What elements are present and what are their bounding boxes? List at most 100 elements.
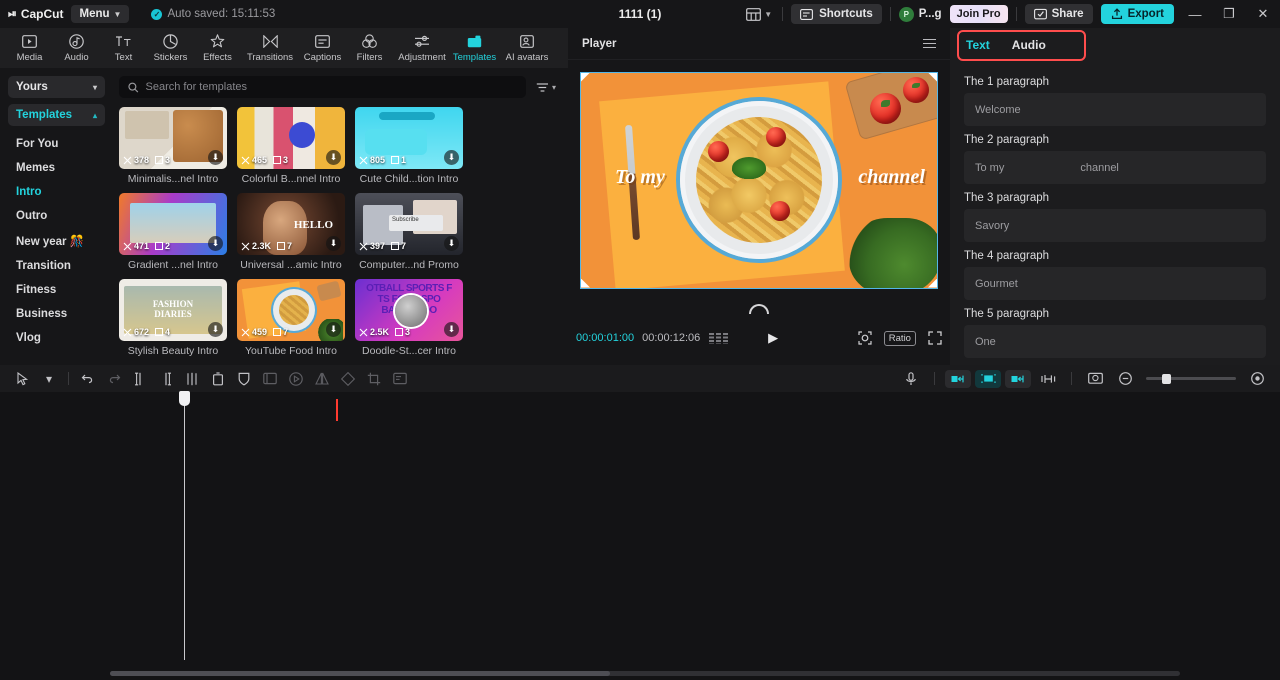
canvas-text-right[interactable]: channel	[858, 166, 925, 189]
zoom-slider[interactable]	[1146, 373, 1236, 384]
adsorption-button[interactable]	[1035, 368, 1061, 390]
category-templates[interactable]: Templates ▴	[8, 104, 105, 126]
download-icon[interactable]: ⬇	[444, 150, 459, 165]
template-card[interactable]: 378 3 ⬇ Minimalis...nel Intro	[119, 107, 227, 185]
nav-tab-text[interactable]: Text	[100, 34, 147, 63]
canvas-handle[interactable]	[581, 278, 590, 288]
main-track-magnet-button[interactable]	[945, 369, 971, 388]
ratio-button[interactable]: Ratio	[883, 330, 916, 346]
template-card[interactable]: HELLO 2.3K 7 ⬇ Universal ...amic Intro	[237, 193, 345, 271]
category-item-fitness[interactable]: Fitness	[8, 278, 105, 302]
download-icon[interactable]: ⬇	[326, 236, 341, 251]
playhead[interactable]	[179, 391, 190, 660]
mirror-tool[interactable]	[257, 368, 283, 390]
download-icon[interactable]: ⬇	[208, 236, 223, 251]
category-item-business[interactable]: Business	[8, 302, 105, 326]
zoom-in-button[interactable]	[1244, 368, 1270, 390]
template-card[interactable]: 459 7 ⬇ YouTube Food Intro	[237, 279, 345, 357]
user-account[interactable]: P P...g	[898, 6, 942, 22]
nav-tab-audio[interactable]: Audio	[53, 34, 100, 63]
tab-text[interactable]: Text	[966, 38, 990, 52]
paragraph-input-3[interactable]: Savory	[964, 209, 1266, 242]
download-icon[interactable]: ⬇	[444, 236, 459, 251]
trim-left-tool[interactable]	[153, 368, 179, 390]
zoom-slider-handle[interactable]	[1162, 373, 1171, 384]
freeze-tool[interactable]	[387, 368, 413, 390]
download-icon[interactable]: ⬇	[208, 322, 223, 337]
play-button[interactable]: ▶	[768, 330, 778, 346]
download-icon[interactable]: ⬇	[208, 150, 223, 165]
undo-tool[interactable]	[75, 368, 101, 390]
template-card[interactable]: 471 2 ⬇ Gradient ...nel Intro	[119, 193, 227, 271]
crop-tool[interactable]	[361, 368, 387, 390]
hamburger-icon[interactable]	[923, 38, 936, 49]
nav-tab-adjustment[interactable]: Adjustment	[393, 34, 451, 63]
join-pro-button[interactable]: Join Pro	[949, 5, 1008, 23]
flip-tool[interactable]	[309, 368, 335, 390]
canvas-text-left[interactable]: To my	[615, 166, 665, 189]
tab-audio[interactable]: Audio	[1012, 38, 1046, 52]
search-input[interactable]	[145, 81, 517, 93]
template-card[interactable]: 805 1 ⬇ Cute Child...tion Intro	[355, 107, 463, 185]
nav-tab-media[interactable]: Media	[6, 34, 53, 63]
nav-tab-ai-avatars[interactable]: AI avatars	[498, 34, 556, 63]
nav-tab-stickers[interactable]: Stickers	[147, 34, 194, 63]
category-item-outro[interactable]: Outro	[8, 204, 105, 228]
preview-button[interactable]	[1082, 368, 1108, 390]
canvas-handle[interactable]	[581, 72, 590, 82]
minimize-button[interactable]: —	[1182, 1, 1208, 27]
nav-tab-effects[interactable]: Effects	[194, 34, 241, 63]
auto-snap-button[interactable]	[975, 369, 1001, 388]
nav-tab-transitions[interactable]: Transitions	[241, 34, 299, 63]
close-button[interactable]: ✕	[1250, 1, 1276, 27]
category-item-vlog[interactable]: Vlog	[8, 326, 105, 350]
category-yours[interactable]: Yours ▾	[8, 76, 105, 98]
zoom-out-button[interactable]	[1112, 368, 1138, 390]
category-item-intro[interactable]: Intro	[8, 180, 105, 204]
playhead-handle[interactable]	[179, 391, 190, 406]
speed-tool[interactable]	[283, 368, 309, 390]
download-icon[interactable]: ⬇	[326, 150, 341, 165]
template-card[interactable]: 465 3 ⬇ Colorful B...nnel Intro	[237, 107, 345, 185]
zoom-fit-icon[interactable]	[858, 331, 872, 345]
category-item-for-you[interactable]: For You	[8, 132, 105, 156]
split-tool[interactable]	[127, 368, 153, 390]
player-canvas[interactable]: To my channel	[580, 71, 938, 289]
nav-tab-templates[interactable]: Templates	[451, 34, 498, 63]
voiceover-button[interactable]	[898, 368, 924, 390]
shortcuts-button[interactable]: Shortcuts	[791, 4, 882, 24]
filter-button[interactable]: ▾	[534, 80, 558, 95]
trim-right-tool[interactable]	[179, 368, 205, 390]
paragraph-input-2[interactable]: To my channel	[964, 151, 1266, 184]
share-button[interactable]: Share	[1024, 4, 1093, 24]
menu-button[interactable]: Menu ▼	[71, 5, 130, 23]
category-item-transition[interactable]: Transition	[8, 254, 105, 278]
category-item-new-year[interactable]: New year 🎊	[8, 228, 105, 254]
paragraph-input-5[interactable]: One	[964, 325, 1266, 358]
tool-dropdown[interactable]: ▾	[36, 368, 62, 390]
mask-tool[interactable]	[231, 368, 257, 390]
timeline-horizontal-scrollbar[interactable]	[110, 671, 1180, 676]
redo-tool[interactable]	[101, 368, 127, 390]
nav-tab-captions[interactable]: Captions	[299, 34, 346, 63]
maximize-button[interactable]: ❐	[1216, 1, 1242, 27]
download-icon[interactable]: ⬇	[444, 322, 459, 337]
category-item-memes[interactable]: Memes	[8, 156, 105, 180]
link-button[interactable]	[1005, 369, 1031, 388]
nav-tab-filters[interactable]: Filters	[346, 34, 393, 63]
export-button[interactable]: Export	[1100, 4, 1174, 24]
template-card[interactable]: OTBALL SPORTS FTS FO AL SPOBALL S FOO 2.…	[355, 279, 463, 357]
scrollbar-thumb[interactable]	[110, 671, 610, 676]
delete-tool[interactable]	[205, 368, 231, 390]
template-card[interactable]: Subscribe 397 7 ⬇ Computer...nd Promo	[355, 193, 463, 271]
fullscreen-icon[interactable]	[928, 331, 942, 345]
rotate-tool[interactable]	[335, 368, 361, 390]
layout-button[interactable]: ▼	[744, 6, 774, 23]
template-card[interactable]: FASHION DIARIES 672 4 ⬇ Stylish Beauty In…	[119, 279, 227, 357]
select-tool[interactable]	[10, 368, 36, 390]
frames-icon[interactable]	[709, 332, 729, 344]
download-icon[interactable]: ⬇	[326, 322, 341, 337]
volume-arc-icon[interactable]	[749, 304, 769, 314]
paragraph-input-4[interactable]: Gourmet	[964, 267, 1266, 300]
search-box[interactable]	[119, 76, 526, 98]
